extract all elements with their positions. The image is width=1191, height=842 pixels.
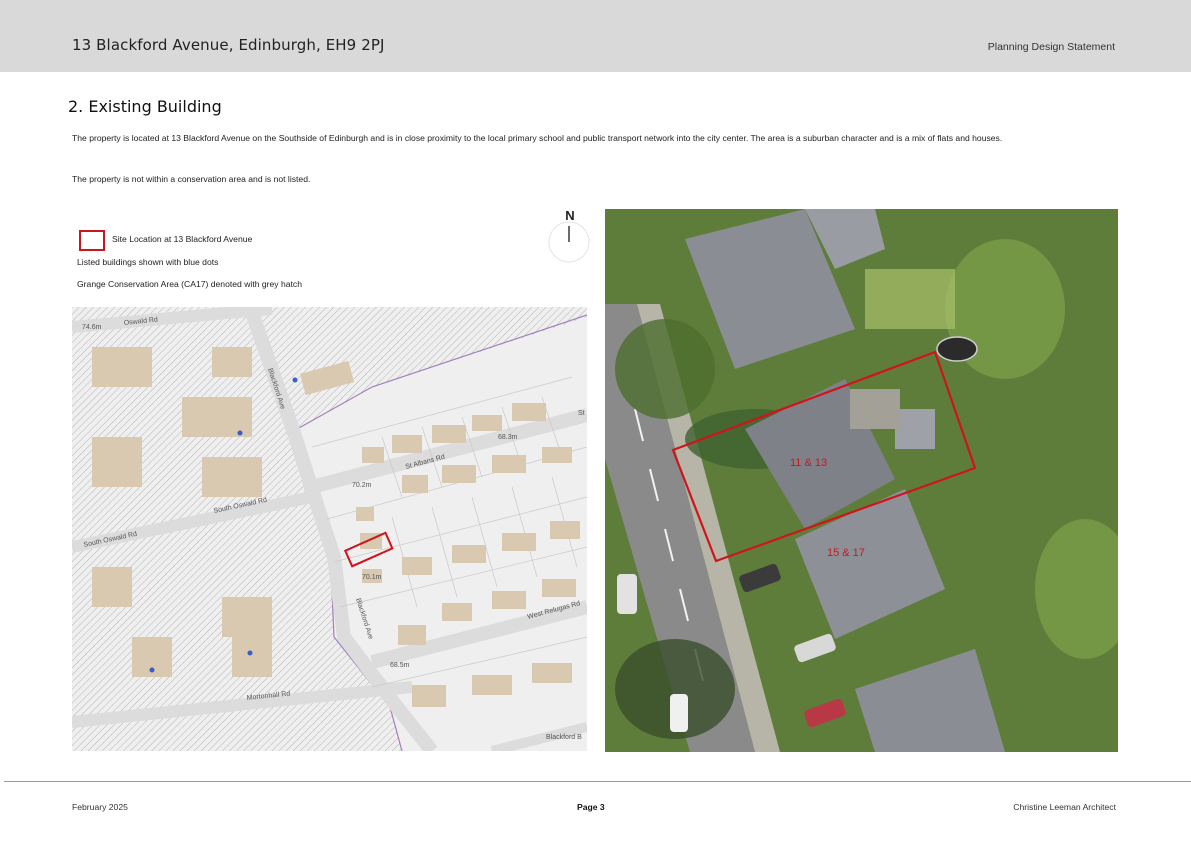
page-header-document-title: Planning Design Statement bbox=[987, 41, 1115, 53]
spot-height-5: 74.6m bbox=[82, 324, 102, 331]
legend-listed-buildings: Listed buildings shown with blue dots bbox=[77, 257, 219, 267]
spot-height-3: 70.1m bbox=[362, 574, 382, 581]
section-title: 2. Existing Building bbox=[68, 97, 222, 116]
spot-height-4: 68.5m bbox=[390, 662, 410, 669]
spot-height-1: 68.3m bbox=[498, 434, 518, 441]
footer-author: Christine Leeman Architect bbox=[1013, 802, 1116, 812]
footer-page-number: Page 3 bbox=[577, 802, 605, 812]
aerial-label-15-17: 15 & 17 bbox=[827, 547, 865, 559]
spot-height-2: 70.2m bbox=[352, 482, 372, 489]
conservation-paragraph: The property is not within a conservatio… bbox=[72, 174, 311, 184]
legend-conservation-area: Grange Conservation Area (CA17) denoted … bbox=[77, 279, 302, 289]
footer-divider bbox=[4, 781, 1191, 782]
aerial-photo: 11 & 13 15 & 17 bbox=[605, 209, 1118, 752]
aerial-photo-graphic: 11 & 13 15 & 17 bbox=[605, 209, 1118, 752]
legend-site-location: Site Location at 13 Blackford Avenue bbox=[112, 234, 253, 244]
label-blackford-b: Blackford B bbox=[546, 734, 582, 741]
north-arrow-label: N bbox=[565, 208, 574, 223]
page-header-address: 13 Blackford Avenue, Edinburgh, EH9 2PJ bbox=[72, 36, 385, 54]
label-st: St bbox=[578, 410, 585, 417]
site-location-legend-swatch bbox=[79, 230, 105, 251]
north-arrow-icon: N bbox=[548, 208, 590, 263]
location-map: Oswald Rd St Albans Rd South Oswald Rd S… bbox=[72, 307, 587, 751]
location-map-graphic: Oswald Rd St Albans Rd South Oswald Rd S… bbox=[72, 307, 587, 751]
aerial-label-11-13: 11 & 13 bbox=[790, 457, 827, 469]
footer-date: February 2025 bbox=[72, 802, 128, 812]
intro-paragraph: The property is located at 13 Blackford … bbox=[72, 133, 1003, 143]
